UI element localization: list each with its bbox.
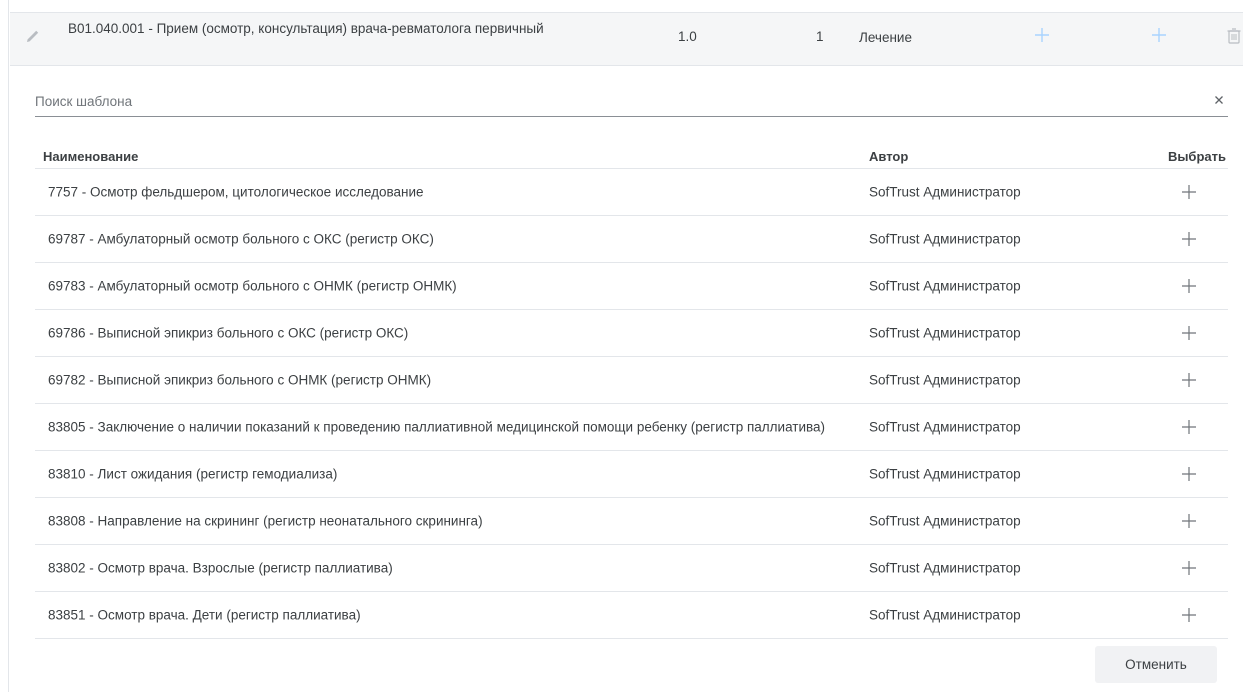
select-plus-icon[interactable] (1175, 178, 1203, 206)
template-name: 83808 - Направление на скрининг (регистр… (48, 513, 483, 529)
service-quantity: 1.0 (678, 29, 697, 44)
select-plus-icon[interactable] (1175, 460, 1203, 488)
cancel-button[interactable]: Отменить (1095, 646, 1217, 683)
table-row: 83810 - Лист ожидания (регистр гемодиали… (35, 451, 1228, 498)
template-author: SofTrust Администратор (869, 466, 1021, 482)
close-icon[interactable] (1212, 93, 1226, 107)
select-plus-icon[interactable] (1175, 272, 1203, 300)
template-author: SofTrust Администратор (869, 372, 1021, 388)
select-plus-icon[interactable] (1175, 601, 1203, 629)
column-header-select: Выбрать (1167, 149, 1226, 164)
table-row: 7757 - Осмотр фельдшером, цитологическое… (35, 169, 1228, 216)
template-author: SofTrust Администратор (869, 278, 1021, 294)
template-author: SofTrust Администратор (869, 231, 1021, 247)
select-plus-icon[interactable] (1175, 366, 1203, 394)
template-author: SofTrust Администратор (869, 513, 1021, 529)
plus-icon[interactable] (1032, 25, 1052, 45)
pencil-icon[interactable] (24, 27, 42, 45)
template-author: SofTrust Администратор (869, 419, 1021, 435)
template-name: 7757 - Осмотр фельдшером, цитологическое… (48, 184, 424, 200)
template-name: 69787 - Амбулаторный осмотр больного с О… (48, 231, 434, 247)
select-plus-icon[interactable] (1175, 225, 1203, 253)
template-name: 83805 - Заключение о наличии показаний к… (48, 419, 826, 435)
column-header-author[interactable]: Автор (869, 149, 908, 164)
trash-icon[interactable] (1226, 27, 1242, 45)
column-header-name[interactable]: Наименование (43, 149, 138, 164)
service-name: B01.040.001 - Прием (осмотр, консультаци… (68, 21, 544, 36)
table-row: 69786 - Выписной эпикриз больного с ОКС … (35, 310, 1228, 357)
left-border (8, 0, 9, 692)
select-plus-icon[interactable] (1175, 413, 1203, 441)
template-name: 69786 - Выписной эпикриз больного с ОКС … (48, 325, 409, 341)
template-name: 83810 - Лист ожидания (регистр гемодиали… (48, 466, 338, 482)
select-plus-icon[interactable] (1175, 554, 1203, 582)
table-row: 83808 - Направление на скрининг (регистр… (35, 498, 1228, 545)
table-header: Наименование Автор Выбрать (35, 140, 1228, 169)
search-input[interactable] (35, 88, 1185, 114)
service-row: B01.040.001 - Прием (осмотр, консультаци… (10, 12, 1243, 66)
template-author: SofTrust Администратор (869, 184, 1021, 200)
service-count: 1 (816, 29, 824, 44)
template-author: SofTrust Администратор (869, 560, 1021, 576)
table-row: 83851 - Осмотр врача. Дети (регистр палл… (35, 592, 1228, 639)
service-type: Лечение (859, 30, 912, 45)
select-plus-icon[interactable] (1175, 507, 1203, 535)
table-row: 83802 - Осмотр врача. Взрослые (регистр … (35, 545, 1228, 592)
template-author: SofTrust Администратор (869, 325, 1021, 341)
table-row: 69783 - Амбулаторный осмотр больного с О… (35, 263, 1228, 310)
select-plus-icon[interactable] (1175, 319, 1203, 347)
template-name: 83802 - Осмотр врача. Взрослые (регистр … (48, 560, 393, 576)
template-search (35, 88, 1228, 117)
template-picker-page: B01.040.001 - Прием (осмотр, консультаци… (0, 0, 1243, 692)
table-row: 69782 - Выписной эпикриз больного с ОНМК… (35, 357, 1228, 404)
template-author: SofTrust Администратор (869, 607, 1021, 623)
template-name: 69782 - Выписной эпикриз больного с ОНМК… (48, 372, 432, 388)
table-row: 69787 - Амбулаторный осмотр больного с О… (35, 216, 1228, 263)
template-name: 69783 - Амбулаторный осмотр больного с О… (48, 278, 457, 294)
templates-table: Наименование Автор Выбрать 7757 - Осмотр… (35, 140, 1228, 639)
table-row: 83805 - Заключение о наличии показаний к… (35, 404, 1228, 451)
template-name: 83851 - Осмотр врача. Дети (регистр палл… (48, 607, 361, 623)
plus-icon[interactable] (1149, 25, 1169, 45)
table-body: 7757 - Осмотр фельдшером, цитологическое… (35, 169, 1228, 639)
